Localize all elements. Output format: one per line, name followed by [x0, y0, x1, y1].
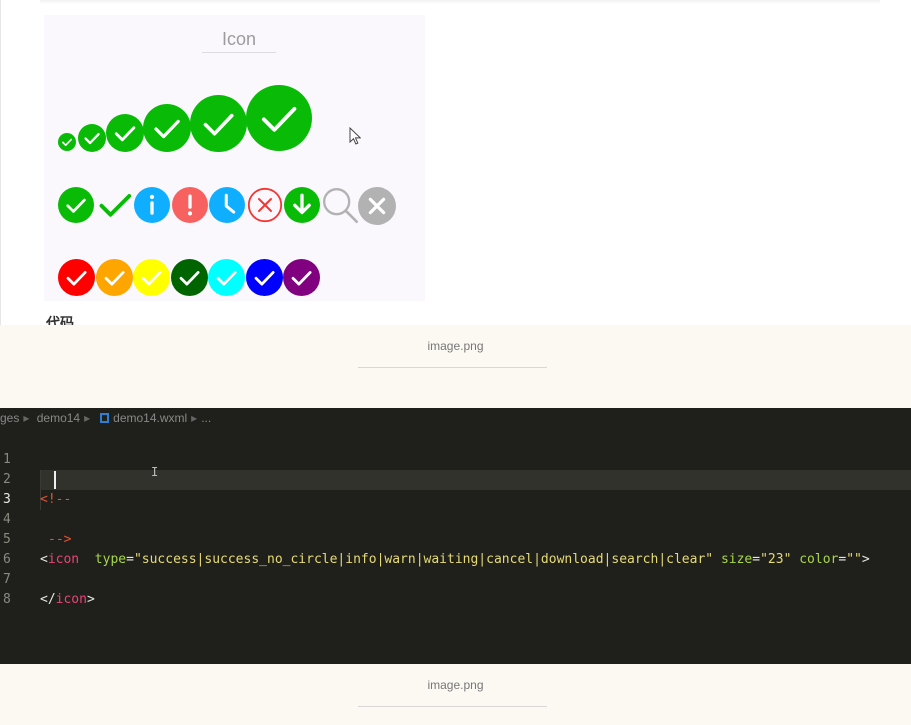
success-no-circle-icon	[99, 194, 132, 217]
image-caption-band-1: image.png	[0, 325, 911, 408]
success-icon-orange	[96, 259, 133, 296]
search-icon	[323, 188, 358, 224]
success-icon-yellow	[133, 259, 170, 296]
line-number: 8	[3, 592, 11, 607]
success-icon-size-2	[78, 124, 106, 152]
demo-title: Icon	[221, 29, 257, 49]
download-icon	[284, 187, 320, 223]
waiting-icon	[209, 187, 245, 223]
icon-demo-screenshot: Icon	[44, 15, 425, 301]
breadcrumb-folder[interactable]: demo14	[37, 411, 80, 425]
demo-title-underline	[202, 52, 276, 53]
info-icon	[134, 187, 170, 223]
breadcrumb-separator-icon: ▸	[191, 411, 198, 425]
breadcrumb-pages[interactable]: ges	[0, 411, 19, 425]
code-line-6[interactable]: 6	[0, 530, 911, 567]
success-icon-cyan	[208, 259, 245, 296]
success-icon-size-3	[106, 114, 144, 152]
ibeam-cursor-icon: I	[151, 465, 159, 479]
warn-icon	[172, 187, 208, 223]
code-line-3[interactable]: 3	[0, 470, 911, 507]
caption-underline-1	[358, 367, 547, 368]
breadcrumb-separator-icon: ▸	[84, 411, 91, 425]
image-caption-band-2: image.png	[0, 664, 911, 725]
left-border	[0, 0, 1, 325]
success-icon	[58, 187, 94, 223]
cancel-icon	[247, 187, 283, 223]
breadcrumb-more[interactable]: ...	[201, 411, 211, 425]
code-line-8[interactable]: 8	[0, 570, 911, 607]
success-icon-blue	[246, 259, 283, 296]
success-icon-size-5	[190, 95, 247, 152]
clear-icon	[358, 187, 396, 225]
code-editor-screenshot: ges ▸ demo14 ▸ demo14.wxml ▸... 1 2 <!-- 3 4…	[0, 408, 911, 664]
caption-underline-2	[358, 706, 547, 707]
preview-area: Icon 代码	[0, 0, 911, 325]
text-caret	[54, 471, 56, 489]
code-line-4[interactable]: 4 -->	[0, 490, 911, 547]
file-icon	[100, 413, 110, 423]
success-icon-purple	[283, 259, 320, 296]
breadcrumb-separator-icon: ▸	[23, 411, 30, 425]
code-line-5[interactable]: 5 <icon type="success|success_no_circle|…	[0, 510, 911, 567]
code-line-1[interactable]: 1	[0, 430, 911, 467]
breadcrumb-file[interactable]: demo14.wxml	[113, 411, 187, 425]
success-icon-size-6	[246, 85, 312, 151]
code-line-2[interactable]: 2 <!--	[0, 450, 911, 507]
image-caption-2: image.png	[427, 678, 484, 692]
success-icon-size-4	[143, 104, 191, 152]
success-icon-green	[171, 259, 208, 296]
image-caption-1: image.png	[427, 339, 484, 353]
success-icon-size-1	[58, 133, 76, 151]
code-line-7[interactable]: 7 </icon>	[0, 550, 911, 607]
mouse-cursor-icon	[349, 127, 361, 145]
success-icon-red	[58, 259, 95, 296]
editor-breadcrumb: ges ▸ demo14 ▸ demo14.wxml ▸...	[0, 408, 911, 428]
top-divider	[40, 0, 880, 4]
icon-close-tag-code: </icon>	[40, 592, 95, 607]
code-heading: 代码	[46, 315, 74, 325]
